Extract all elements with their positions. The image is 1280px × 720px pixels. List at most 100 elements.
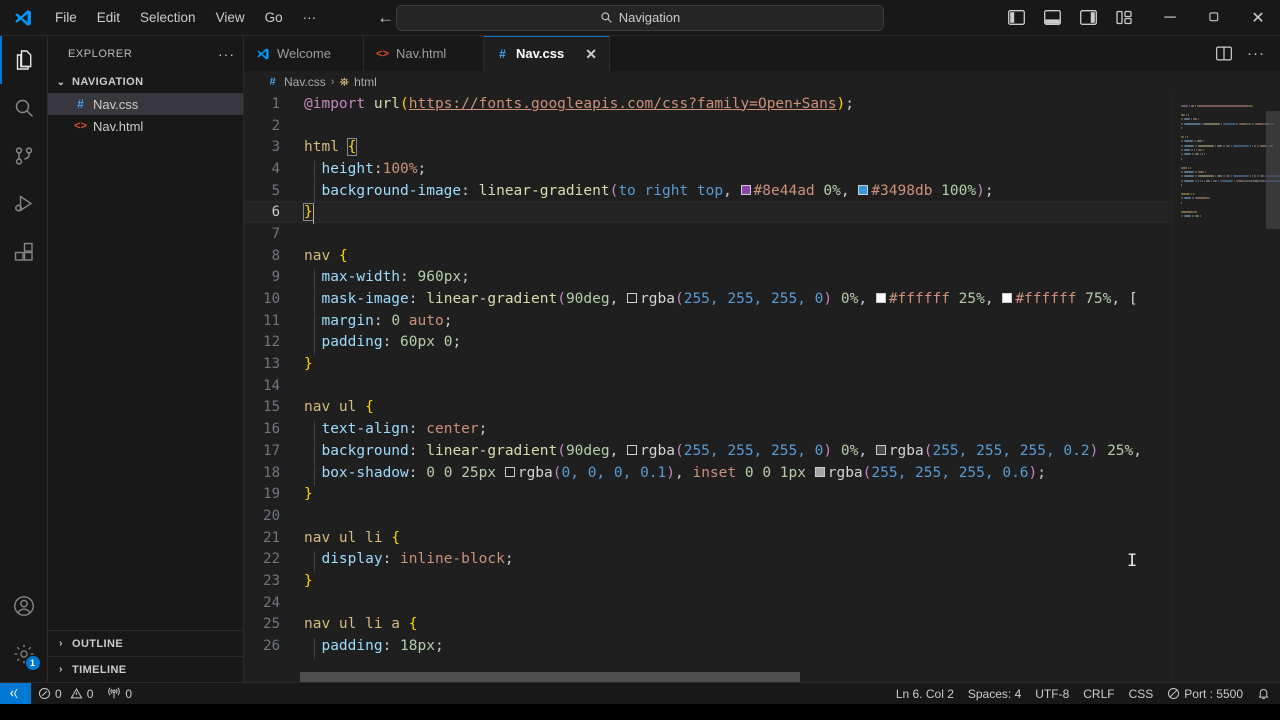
code-token: 255, 255, 255, 0 xyxy=(683,442,824,459)
status-cursor-position[interactable]: Ln 6. Col 2 xyxy=(889,683,961,705)
status-problems[interactable]: 0 0 xyxy=(31,683,100,705)
status-eol[interactable]: CRLF xyxy=(1076,683,1121,705)
customize-layout-icon[interactable] xyxy=(1110,5,1138,31)
code-line[interactable]: 25 nav ul li a { xyxy=(244,614,1172,636)
sidebar-section-outline[interactable]: › OUTLINE xyxy=(48,630,243,656)
code-line[interactable]: 8 nav { xyxy=(244,245,1172,267)
code-line[interactable]: 18 box-shadow: 0 0 25px rgba(0, 0, 0, 0.… xyxy=(244,462,1172,486)
code-token: ( xyxy=(674,291,684,308)
editor-vertical-scrollbar[interactable] xyxy=(1266,93,1280,682)
code-line[interactable]: 13} xyxy=(244,353,1172,375)
activity-search[interactable] xyxy=(0,84,48,132)
code-token: 0 xyxy=(426,464,435,481)
toggle-panel-icon[interactable] xyxy=(1038,5,1066,31)
code-line[interactable]: 17 background: linear-gradient(90deg, rg… xyxy=(244,440,1172,464)
color-swatch xyxy=(740,184,751,195)
tab-nav-css[interactable]: # Nav.css ✕ xyxy=(484,36,610,71)
code-line[interactable]: 23} xyxy=(244,570,1172,592)
activity-extensions[interactable] xyxy=(0,228,48,276)
status-indentation[interactable]: Spaces: 4 xyxy=(961,683,1028,705)
file-item-nav-html[interactable]: <> Nav.html xyxy=(48,115,243,137)
menu-file[interactable]: File xyxy=(46,6,86,30)
code-line[interactable]: 6} xyxy=(244,201,1172,225)
code-line[interactable]: 11 margin: 0 auto; xyxy=(244,310,1172,334)
line-number: 8 xyxy=(271,247,280,264)
sidebar-more-actions-icon[interactable]: ··· xyxy=(218,46,235,62)
activity-run-debug[interactable] xyxy=(0,180,48,228)
sidebar-section-timeline[interactable]: › TIMELINE xyxy=(48,656,243,682)
code-line[interactable]: 21 nav ul li { xyxy=(244,527,1172,549)
code-line[interactable]: 10 mask-image: linear-gradient(90deg, rg… xyxy=(244,288,1172,313)
menu-selection[interactable]: Selection xyxy=(131,6,205,30)
code-line[interactable]: 1 @import url(https://fonts.googleapis.co… xyxy=(244,93,1172,115)
status-live-server-port[interactable]: Port : 5500 xyxy=(1160,683,1250,705)
minimap-line xyxy=(1198,179,1200,182)
activity-accounts[interactable] xyxy=(0,582,48,630)
more-editor-actions-icon[interactable]: ··· xyxy=(1244,42,1268,66)
code-line[interactable]: 3 html { xyxy=(244,136,1172,158)
code-line[interactable]: 19} xyxy=(244,483,1172,505)
command-center-search[interactable]: Navigation xyxy=(396,4,884,31)
code-line[interactable]: 9 max-width: 960px; xyxy=(244,267,1172,291)
activity-source-control[interactable] xyxy=(0,132,48,180)
toggle-secondary-sidebar-icon[interactable] xyxy=(1074,5,1102,31)
split-editor-right-icon[interactable] xyxy=(1212,42,1236,66)
editor-minimap[interactable] xyxy=(1172,93,1280,682)
code-line[interactable]: 22 display: inline-block; xyxy=(244,548,1172,573)
minimap-line xyxy=(1183,171,1195,174)
code-line[interactable]: 12 padding: 60px 0; xyxy=(244,332,1172,356)
code-token: ( xyxy=(609,182,619,199)
editor-horizontal-scrollbar[interactable] xyxy=(300,672,800,682)
breadcrumb-file[interactable]: Nav.css xyxy=(284,75,326,89)
status-encoding[interactable]: UTF-8 xyxy=(1028,683,1076,705)
activity-manage[interactable]: 1 xyxy=(0,630,48,678)
status-notifications[interactable] xyxy=(1250,683,1280,705)
file-item-nav-css[interactable]: # Nav.css xyxy=(48,93,243,115)
activity-explorer[interactable] xyxy=(0,36,48,84)
scrollbar-thumb[interactable] xyxy=(1266,111,1280,229)
minimap-line xyxy=(1197,105,1249,108)
code-token: center xyxy=(426,421,479,438)
menu-bar: File Edit Selection View Go ··· xyxy=(46,6,325,30)
code-line[interactable]: 15 nav ul { xyxy=(244,397,1172,419)
minimap-line xyxy=(1198,118,1200,121)
toggle-primary-sidebar-icon[interactable] xyxy=(1002,5,1030,31)
code-line[interactable]: 26 padding: 18px; xyxy=(244,635,1172,660)
menu-view[interactable]: View xyxy=(207,6,254,30)
code-token: , xyxy=(858,442,876,459)
minimap-line xyxy=(1222,144,1225,147)
status-ports[interactable]: 0 xyxy=(100,683,139,705)
status-remote-window[interactable] xyxy=(0,682,31,704)
indent-guide xyxy=(314,638,315,660)
menu-more[interactable]: ··· xyxy=(294,6,326,30)
menu-go[interactable]: Go xyxy=(256,6,292,30)
close-icon[interactable]: ✕ xyxy=(585,47,597,61)
menu-edit[interactable]: Edit xyxy=(88,6,129,30)
window-close-button[interactable]: ✕ xyxy=(1236,0,1280,36)
minimap-line xyxy=(1188,166,1190,169)
code-token: , xyxy=(609,291,628,308)
tab-nav-html[interactable]: <> Nav.html xyxy=(364,36,484,71)
code-token: linear-gradient xyxy=(426,291,558,308)
code-line[interactable]: 5 background-image: linear-gradient(to r… xyxy=(244,180,1172,204)
line-number: 23 xyxy=(263,572,280,589)
window-maximize-button[interactable] xyxy=(1192,0,1236,36)
window-minimize-button[interactable]: ─ xyxy=(1148,0,1192,36)
explorer-folder-navigation[interactable]: ⌄ NAVIGATION xyxy=(48,71,243,93)
status-language-mode[interactable]: CSS xyxy=(1122,683,1161,705)
code-line[interactable]: 24 xyxy=(244,592,1172,614)
code-line[interactable]: 7 xyxy=(244,223,1172,245)
code-editor[interactable]: 1 @import url(https://fonts.googleapis.co… xyxy=(244,93,1172,682)
code-line[interactable]: 2 xyxy=(244,115,1172,137)
code-line[interactable]: 16 text-align: center; xyxy=(244,418,1172,443)
code-line[interactable]: 20 xyxy=(244,505,1172,527)
tab-welcome[interactable]: Welcome xyxy=(244,36,364,71)
code-line[interactable]: 14 xyxy=(244,375,1172,397)
minimap-line xyxy=(1205,171,1207,174)
go-back-icon[interactable]: ← xyxy=(377,9,394,26)
breadcrumb-symbol[interactable]: html xyxy=(354,75,377,89)
title-bar: File Edit Selection View Go ··· ← → Navi… xyxy=(0,0,1280,36)
code-line[interactable]: 4 height:100%; xyxy=(244,158,1172,182)
code-token: : xyxy=(382,551,401,568)
